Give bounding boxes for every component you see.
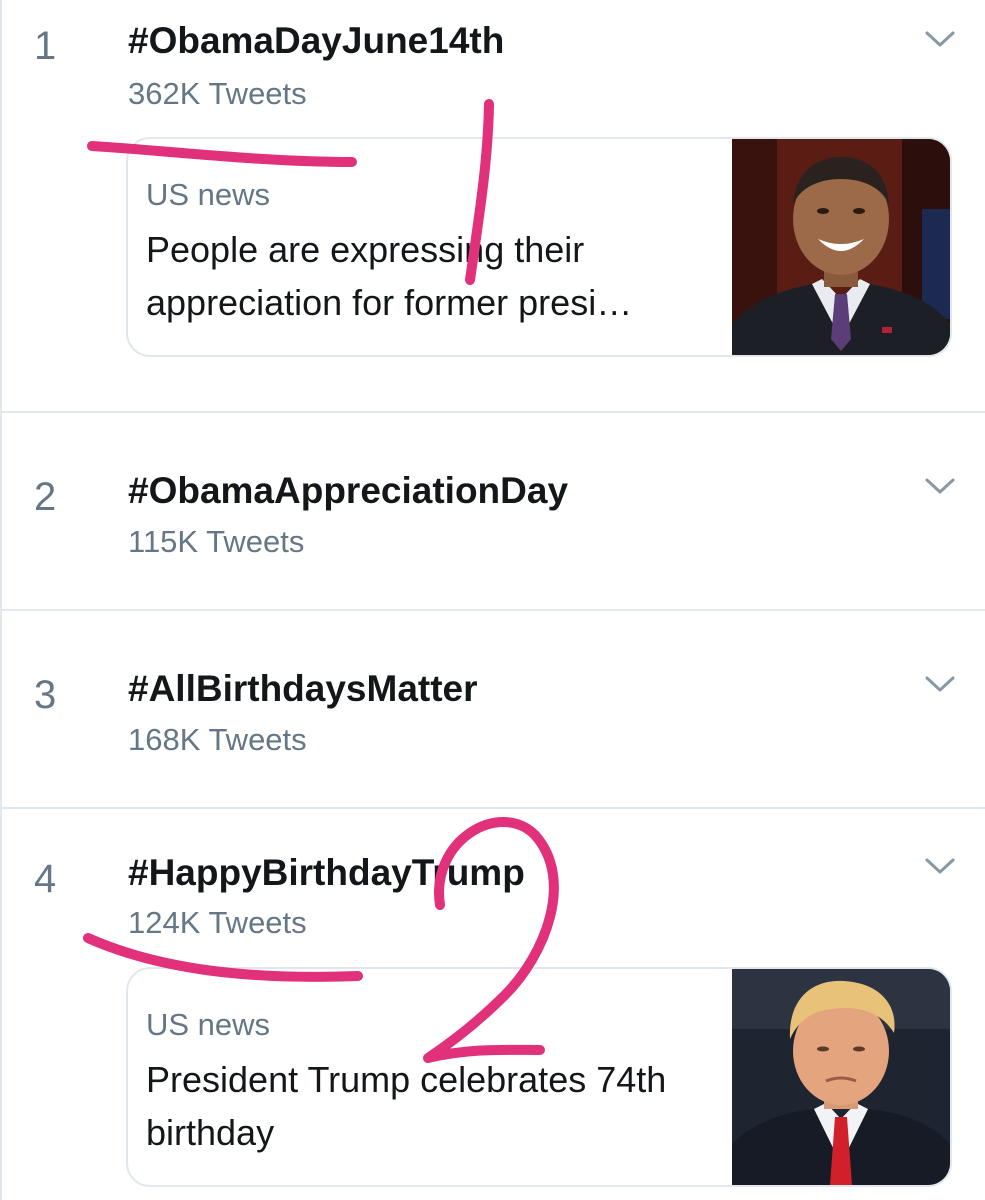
chevron-down-icon[interactable] xyxy=(923,673,957,695)
trend-tweet-count: 362K Tweets xyxy=(128,76,307,111)
news-card[interactable]: US news President Trump celebrates 74th … xyxy=(126,967,952,1187)
trend-item-1[interactable]: 1 #ObamaDayJune14th 362K Tweets US news … xyxy=(0,0,985,412)
news-photo-trump xyxy=(732,969,950,1185)
trend-rank: 4 xyxy=(34,857,57,901)
trend-hashtag[interactable]: #ObamaDayJune14th xyxy=(128,20,504,62)
news-category: US news xyxy=(146,177,271,212)
trend-item-4[interactable]: 4 #HappyBirthdayTrump 124K Tweets US new… xyxy=(0,809,985,1200)
chevron-down-icon[interactable] xyxy=(923,855,957,877)
trend-hashtag[interactable]: #HappyBirthdayTrump xyxy=(128,852,525,894)
trend-rank: 2 xyxy=(34,475,57,519)
trend-tweet-count: 124K Tweets xyxy=(128,905,307,940)
trend-hashtag[interactable]: #ObamaAppreciationDay xyxy=(128,470,568,512)
news-photo-obama xyxy=(732,139,950,355)
chevron-down-icon[interactable] xyxy=(923,28,957,50)
trend-item-2[interactable]: 2 #ObamaAppreciationDay 115K Tweets xyxy=(0,413,985,609)
trend-hashtag[interactable]: #AllBirthdaysMatter xyxy=(128,668,478,710)
trend-tweet-count: 115K Tweets xyxy=(128,524,305,559)
news-card[interactable]: US news People are expressing their appr… xyxy=(126,137,952,357)
news-headline: People are expressing their appreciation… xyxy=(146,229,633,323)
chevron-down-icon[interactable] xyxy=(923,475,957,497)
trend-item-3[interactable]: 3 #AllBirthdaysMatter 168K Tweets xyxy=(0,611,985,807)
trend-rank: 1 xyxy=(34,24,57,68)
trend-tweet-count: 168K Tweets xyxy=(128,722,307,757)
news-headline: President Trump celebrates 74th birthday xyxy=(146,1059,667,1153)
trend-rank: 3 xyxy=(34,673,57,717)
news-category: US news xyxy=(146,1007,271,1042)
